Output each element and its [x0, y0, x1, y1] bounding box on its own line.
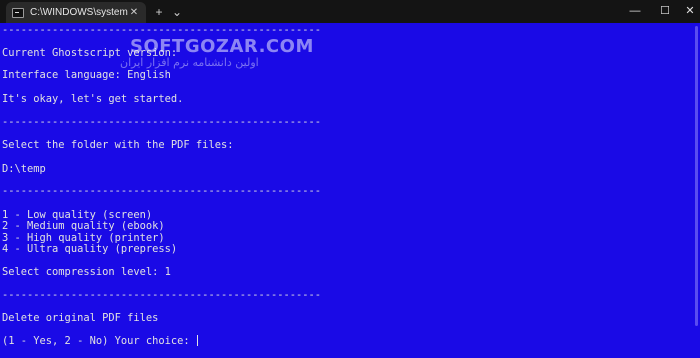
option-ultra-line: 4 - Ultra quality (prepress) [2, 243, 178, 255]
tab-close-icon[interactable]: ✕ [128, 7, 140, 18]
terminal-window: C:\WINDOWS\system32\cmd. ✕ + ⌄ — ☐ ✕ ---… [0, 0, 700, 358]
minimize-button[interactable]: — [620, 0, 650, 23]
delete-originals-line: Delete original PDF files [2, 312, 159, 324]
started-line: It's okay, let's get started. [2, 93, 184, 105]
terminal-icon [12, 7, 24, 18]
title-bar: C:\WINDOWS\system32\cmd. ✕ + ⌄ — ☐ ✕ [0, 0, 700, 23]
scrollbar-thumb[interactable] [695, 26, 698, 326]
compression-level-line: Select compression level: 1 [2, 266, 171, 278]
watermark-persian: اولین دانشنامه نرم افزار ایران [120, 56, 259, 69]
watermark-brand: SOFTGOZAR.COM [130, 36, 314, 57]
separator-line: ----------------------------------------… [2, 24, 322, 36]
tab-title: C:\WINDOWS\system32\cmd. [30, 7, 128, 18]
tab-cmd[interactable]: C:\WINDOWS\system32\cmd. ✕ [6, 2, 146, 23]
separator-line: ----------------------------------------… [2, 289, 322, 301]
new-tab-button[interactable]: + [150, 4, 168, 20]
terminal-output[interactable]: ----------------------------------------… [0, 23, 700, 358]
option-medium-line: 2 - Medium quality (ebook) [2, 220, 165, 232]
choice-prompt-text: (1 - Yes, 2 - No) Your choice: [2, 335, 196, 347]
separator-line: ----------------------------------------… [2, 116, 322, 128]
choice-prompt-line[interactable]: (1 - Yes, 2 - No) Your choice: [2, 335, 198, 347]
scrollbar[interactable] [695, 26, 698, 346]
interface-language-line: Interface language: English [2, 69, 171, 81]
separator-line: ----------------------------------------… [2, 185, 322, 197]
select-folder-line: Select the folder with the PDF files: [2, 139, 234, 151]
text-cursor [196, 335, 198, 346]
folder-path-line: D:\temp [2, 163, 46, 175]
close-button[interactable]: ✕ [675, 0, 700, 23]
chevron-down-icon[interactable]: ⌄ [168, 4, 186, 20]
